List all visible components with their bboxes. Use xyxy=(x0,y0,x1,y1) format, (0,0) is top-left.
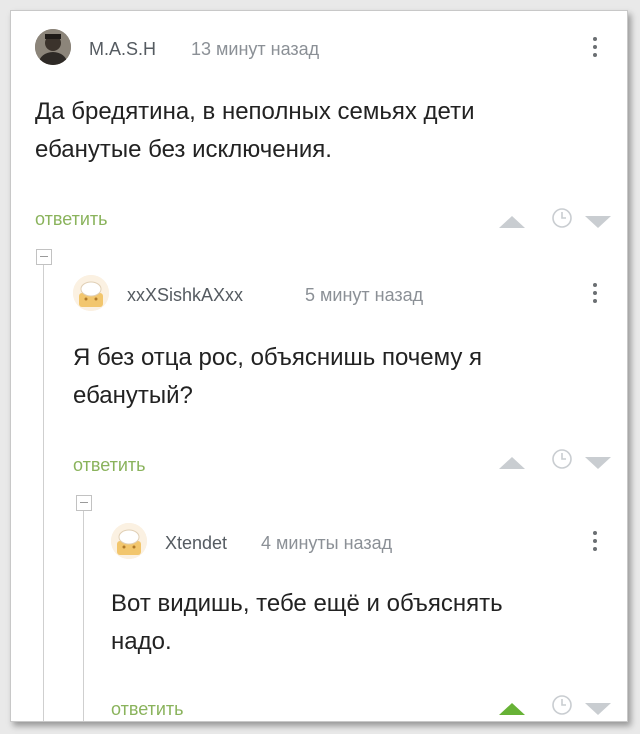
thread-line xyxy=(43,263,44,721)
comment: xxXSishkAXxx 5 минут назад Я без отца ро… xyxy=(73,275,611,476)
comment: M.A.S.H 13 минут назад Да бредятина, в н… xyxy=(35,29,611,230)
more-vertical-icon[interactable] xyxy=(585,527,605,557)
more-vertical-icon[interactable] xyxy=(585,279,605,309)
comment-header: M.A.S.H 13 минут назад xyxy=(35,29,605,69)
upvote-arrow-icon[interactable] xyxy=(497,693,527,717)
default-avatar-icon xyxy=(73,275,109,311)
more-vertical-icon[interactable] xyxy=(585,33,605,63)
default-avatar-icon xyxy=(111,523,147,559)
username[interactable]: Xtendet xyxy=(165,533,227,554)
comment-text-line: Да бредятина, в неполных семьях дети xyxy=(35,98,475,125)
comments-thread: M.A.S.H 13 минут назад Да бредятина, в н… xyxy=(10,10,628,722)
username[interactable]: xxXSishkAXxx xyxy=(127,285,243,306)
username[interactable]: M.A.S.H xyxy=(89,39,156,60)
thread-line xyxy=(83,509,84,721)
comment-text-line: ебанутые без исключения. xyxy=(35,136,332,163)
comment-time[interactable]: 13 минут назад xyxy=(191,39,319,60)
clock-icon[interactable] xyxy=(551,206,573,230)
reply-button[interactable]: ответить xyxy=(35,209,108,230)
comment: Xtendet 4 минуты назад Вот видишь, тебе … xyxy=(111,523,611,720)
comment-rating xyxy=(497,206,611,230)
avatar[interactable] xyxy=(111,523,147,559)
reply-button[interactable]: ответить xyxy=(73,455,146,476)
comment-time[interactable]: 5 минут назад xyxy=(305,285,423,306)
upvote-arrow-icon[interactable] xyxy=(497,447,527,471)
comment-text-line: надо. xyxy=(111,628,172,655)
comment-rating xyxy=(497,447,611,471)
comment-text-line: Вот видишь, тебе ещё и объяснять xyxy=(111,590,503,617)
clock-icon[interactable] xyxy=(551,693,573,717)
downvote-arrow-icon[interactable] xyxy=(583,206,613,230)
clock-icon[interactable] xyxy=(551,447,573,471)
avatar[interactable] xyxy=(35,29,71,65)
comment-time[interactable]: 4 минуты назад xyxy=(261,533,392,554)
comment-text: Вот видишь, тебе ещё и объяснять надо. xyxy=(111,585,605,661)
comment-text-line: ебанутый? xyxy=(73,382,193,409)
comment-header: Xtendet 4 минуты назад xyxy=(111,523,605,563)
collapse-thread-icon[interactable] xyxy=(36,249,52,265)
downvote-arrow-icon[interactable] xyxy=(583,447,613,471)
comment-rating xyxy=(497,693,611,717)
avatar[interactable] xyxy=(73,275,109,311)
comment-text: Да бредятина, в неполных семьях дети еба… xyxy=(35,93,605,169)
avatar-photo xyxy=(35,29,71,65)
comment-text-line: Я без отца рос, объяснишь почему я xyxy=(73,344,483,371)
reply-button[interactable]: ответить xyxy=(111,699,184,720)
collapse-thread-icon[interactable] xyxy=(76,495,92,511)
comment-header: xxXSishkAXxx 5 минут назад xyxy=(73,275,605,315)
downvote-arrow-icon[interactable] xyxy=(583,693,613,717)
upvote-arrow-icon[interactable] xyxy=(497,206,527,230)
comment-text: Я без отца рос, объяснишь почему я ебану… xyxy=(73,339,605,415)
